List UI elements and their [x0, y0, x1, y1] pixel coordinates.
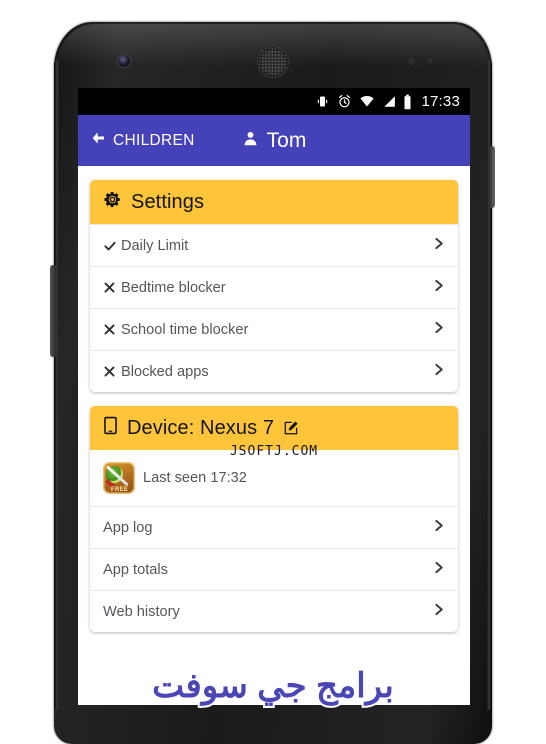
row-label: App totals	[103, 561, 168, 578]
tablet-icon	[103, 416, 118, 440]
row-label: Web history	[103, 603, 180, 620]
chevron-right-icon	[432, 319, 445, 341]
row-bedtime-blocker[interactable]: Bedtime blocker	[90, 266, 458, 308]
page-title: Tom	[266, 128, 307, 152]
cross-icon	[103, 365, 121, 378]
last-seen-text: Last seen 17:32	[143, 470, 247, 486]
settings-card-title: Settings	[131, 190, 205, 213]
status-bar-clock: 17:33	[421, 93, 460, 110]
edit-pencil-icon[interactable]	[283, 420, 299, 436]
light-sensor-icon	[428, 58, 433, 63]
gear-icon	[103, 190, 122, 214]
battery-icon	[403, 94, 412, 110]
device-card: Device: Nexus 7 FREE Last seen 17:32 App…	[90, 406, 458, 632]
fruit-ninja-free-icon: FREE	[103, 462, 135, 494]
row-label: App log	[103, 519, 153, 536]
row-label: Bedtime blocker	[121, 279, 226, 296]
row-web-history[interactable]: Web history	[90, 590, 458, 632]
alarm-icon	[337, 94, 352, 109]
signal-icon	[382, 94, 396, 109]
chevron-right-icon	[432, 277, 445, 299]
screenshot-root: 17:33 CHILDREN Tom Settings Daily Limit …	[0, 0, 546, 744]
chevron-right-icon	[432, 517, 445, 539]
earpiece-speaker-icon	[258, 47, 288, 77]
proximity-sensor-icon	[408, 58, 415, 65]
device-card-header: Device: Nexus 7	[90, 406, 458, 450]
device-card-title: Device: Nexus 7	[127, 416, 275, 439]
volume-button[interactable]	[50, 265, 56, 357]
person-icon	[242, 130, 259, 152]
vibrate-icon	[315, 94, 330, 109]
row-label: Blocked apps	[121, 363, 209, 380]
settings-card-header: Settings	[90, 180, 458, 224]
phone-edge-left	[54, 60, 59, 710]
front-camera-icon	[118, 55, 130, 67]
row-app-totals[interactable]: App totals	[90, 548, 458, 590]
app-bar: CHILDREN Tom	[78, 115, 470, 166]
row-app-log[interactable]: App log	[90, 506, 458, 548]
row-school-time-blocker[interactable]: School time blocker	[90, 308, 458, 350]
cross-icon	[103, 281, 121, 294]
row-label: Daily Limit	[121, 237, 189, 254]
row-blocked-apps[interactable]: Blocked apps	[90, 350, 458, 392]
row-label: School time blocker	[121, 321, 249, 338]
settings-card: Settings Daily Limit Bedtime blocker Sch…	[90, 180, 458, 392]
back-button-label: CHILDREN	[113, 131, 195, 149]
phone-screen: 17:33 CHILDREN Tom Settings Daily Limit …	[78, 88, 470, 705]
wifi-icon	[359, 94, 375, 109]
chevron-right-icon	[432, 361, 445, 383]
row-daily-limit[interactable]: Daily Limit	[90, 224, 458, 266]
check-icon	[103, 239, 121, 253]
row-last-seen: FREE Last seen 17:32	[90, 450, 458, 506]
app-icon-label: FREE	[111, 487, 129, 493]
chevron-right-icon	[432, 559, 445, 581]
cross-icon	[103, 323, 121, 336]
chevron-right-icon	[432, 601, 445, 623]
chevron-right-icon	[432, 235, 445, 257]
content-scroll-area[interactable]: Settings Daily Limit Bedtime blocker Sch…	[78, 166, 470, 705]
status-bar: 17:33	[78, 88, 470, 115]
back-to-children-button[interactable]: CHILDREN	[78, 130, 195, 151]
power-button[interactable]	[489, 146, 495, 208]
arrow-left-icon	[90, 130, 106, 151]
